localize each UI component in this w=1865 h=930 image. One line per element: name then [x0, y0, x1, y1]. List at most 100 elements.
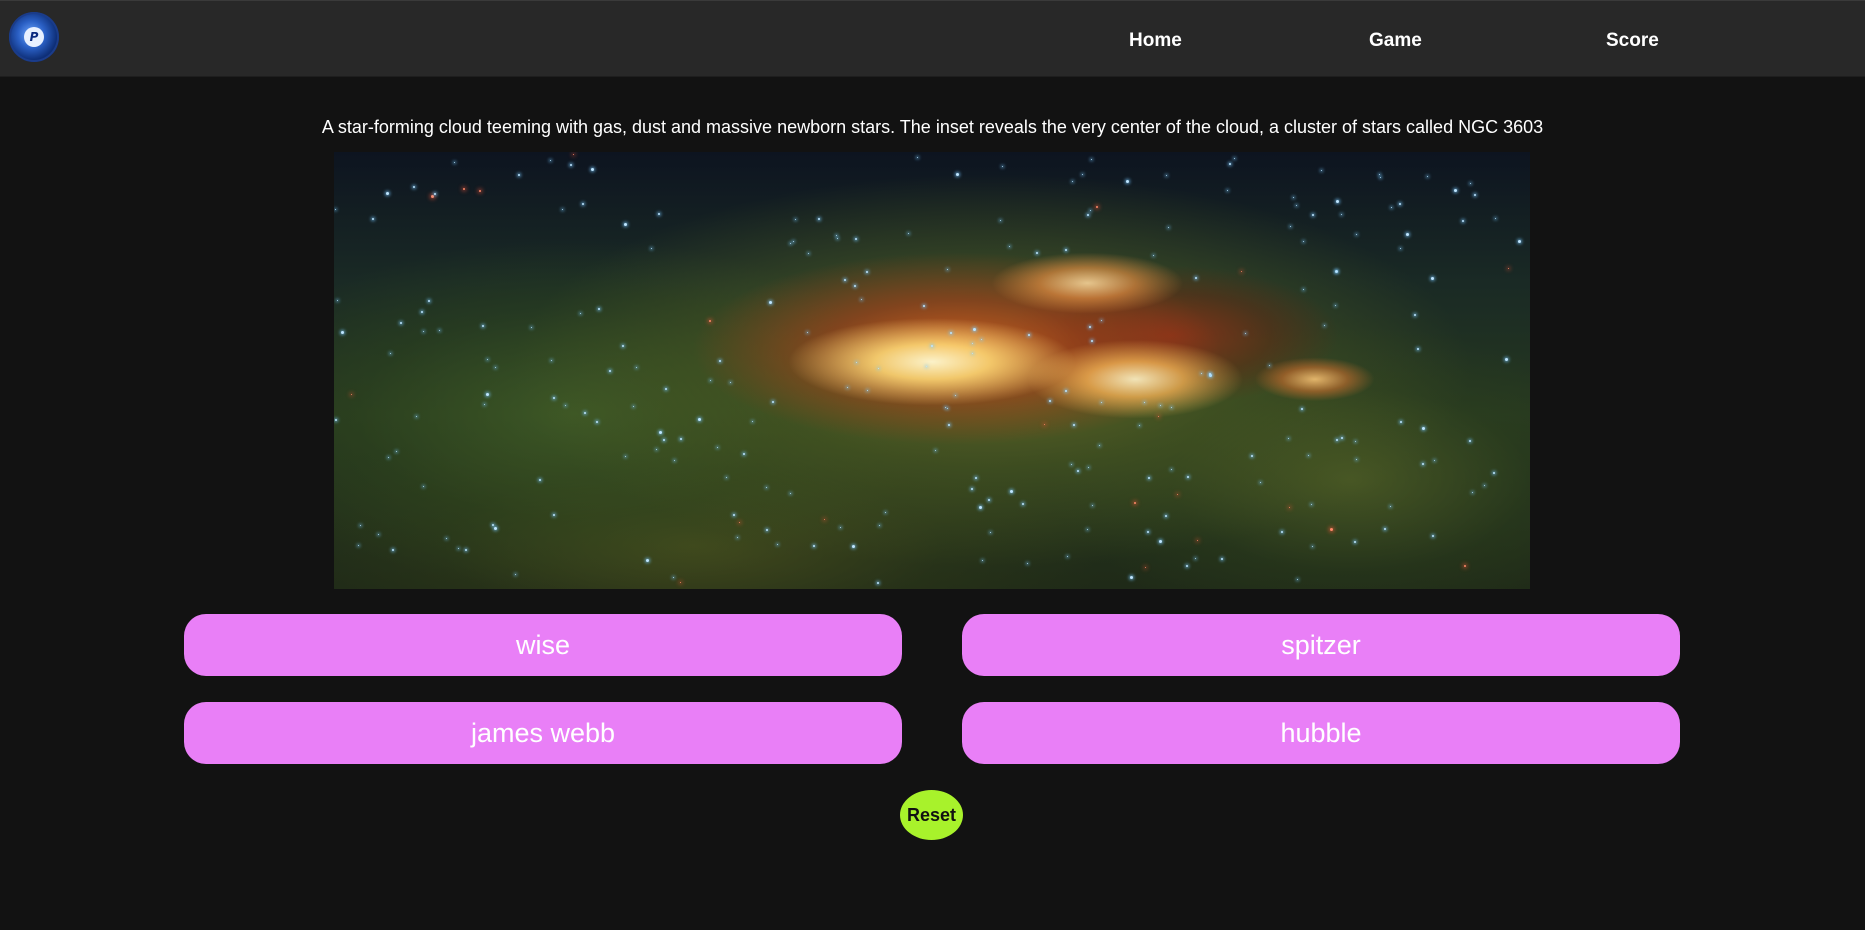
star-dot [633, 406, 634, 407]
star-dot [335, 209, 336, 210]
star-dot [553, 514, 555, 516]
nav-home-link[interactable]: Home [1129, 29, 1182, 53]
star-dot [1147, 531, 1149, 533]
star-dot [790, 243, 791, 244]
star-dot [1087, 529, 1088, 530]
star-dot [1071, 464, 1072, 465]
star-dot [1159, 540, 1162, 543]
star-dot [818, 218, 820, 220]
star-dot [624, 223, 627, 226]
star-dot [1474, 194, 1476, 196]
answer-button-wise[interactable]: wise [184, 614, 902, 676]
star-dot [856, 362, 857, 363]
star-dot [454, 162, 455, 163]
star-dot [1000, 220, 1001, 221]
star-dot [458, 548, 459, 549]
star-dot [981, 339, 982, 340]
star-dot [565, 405, 566, 406]
star-dot [636, 367, 637, 368]
star-dot [421, 311, 423, 313]
star-dot [1422, 427, 1425, 430]
star-dot [1312, 214, 1314, 216]
star-dot [1126, 180, 1129, 183]
star-dot [1028, 334, 1030, 336]
star-dot [1495, 218, 1496, 219]
star-dot [674, 460, 675, 461]
answer-button-spitzer[interactable]: spitzer [962, 614, 1680, 676]
star-dot [1469, 440, 1471, 442]
star-dot [1077, 470, 1079, 472]
answer-button-james-webb[interactable]: james webb [184, 702, 902, 764]
star-dot [847, 387, 848, 388]
star-dot [1186, 565, 1188, 567]
star-dot [386, 192, 389, 195]
answer-button-hubble[interactable]: hubble [962, 702, 1680, 764]
logo-letter: P [24, 27, 44, 47]
star-dot [551, 360, 552, 361]
star-dot [413, 186, 415, 188]
star-dot [923, 305, 925, 307]
star-dot [656, 449, 657, 450]
star-dot [1354, 541, 1356, 543]
star-dot [726, 477, 727, 478]
star-dot [1002, 166, 1003, 167]
star-dot [400, 322, 402, 324]
star-dot [988, 499, 990, 501]
star-dot [1036, 252, 1038, 254]
star-dot [1130, 576, 1133, 579]
star-dot [665, 388, 667, 390]
star-dot [1288, 438, 1289, 439]
star-dot [807, 332, 808, 333]
star-dot [861, 299, 862, 300]
star-dot [1301, 408, 1303, 410]
star-dot [710, 380, 711, 381]
star-dot [743, 453, 745, 455]
star-dot [392, 549, 394, 551]
star-dot [1472, 492, 1473, 493]
star-dot [1303, 241, 1304, 242]
star-dot [955, 395, 956, 396]
star-dot [1134, 502, 1136, 504]
star-dot [1073, 424, 1075, 426]
star-dot [562, 209, 563, 210]
star-dot [1296, 205, 1297, 206]
star-dot [482, 325, 484, 327]
star-dot [680, 438, 682, 440]
star-dot [739, 522, 740, 523]
star-dot [573, 154, 574, 155]
reset-button[interactable]: Reset [900, 790, 963, 840]
star-dot [1165, 515, 1167, 517]
star-dot [698, 418, 701, 421]
star-dot [877, 582, 879, 584]
star-dot [766, 487, 767, 488]
star-dot [1092, 505, 1093, 506]
star-dot [1096, 206, 1098, 208]
star-dot [658, 213, 660, 215]
star-dot [956, 173, 959, 176]
star-dot [1091, 340, 1093, 342]
nav-game-link[interactable]: Game [1369, 29, 1422, 53]
star-dot [1090, 210, 1091, 211]
star-dot [772, 401, 774, 403]
star-dot [854, 285, 856, 287]
star-dot [1518, 240, 1521, 243]
star-dot [1049, 400, 1051, 402]
logo-icon[interactable]: P [9, 12, 59, 62]
star-dot [855, 238, 857, 240]
star-dot [396, 451, 397, 452]
star-dot [1330, 528, 1333, 531]
star-dot [1089, 326, 1091, 328]
star-dot [439, 330, 440, 331]
star-dot [596, 421, 598, 423]
star-dot [591, 168, 594, 171]
star-dot [950, 332, 952, 334]
star-dot [878, 368, 879, 369]
star-dot [1400, 248, 1401, 249]
star-dot [428, 300, 430, 302]
star-dot [979, 506, 982, 509]
star-dot [1197, 540, 1198, 541]
star-dot [1027, 563, 1028, 564]
nav-score-link[interactable]: Score [1606, 29, 1659, 53]
star-dot [813, 545, 815, 547]
star-dot [1201, 373, 1202, 374]
